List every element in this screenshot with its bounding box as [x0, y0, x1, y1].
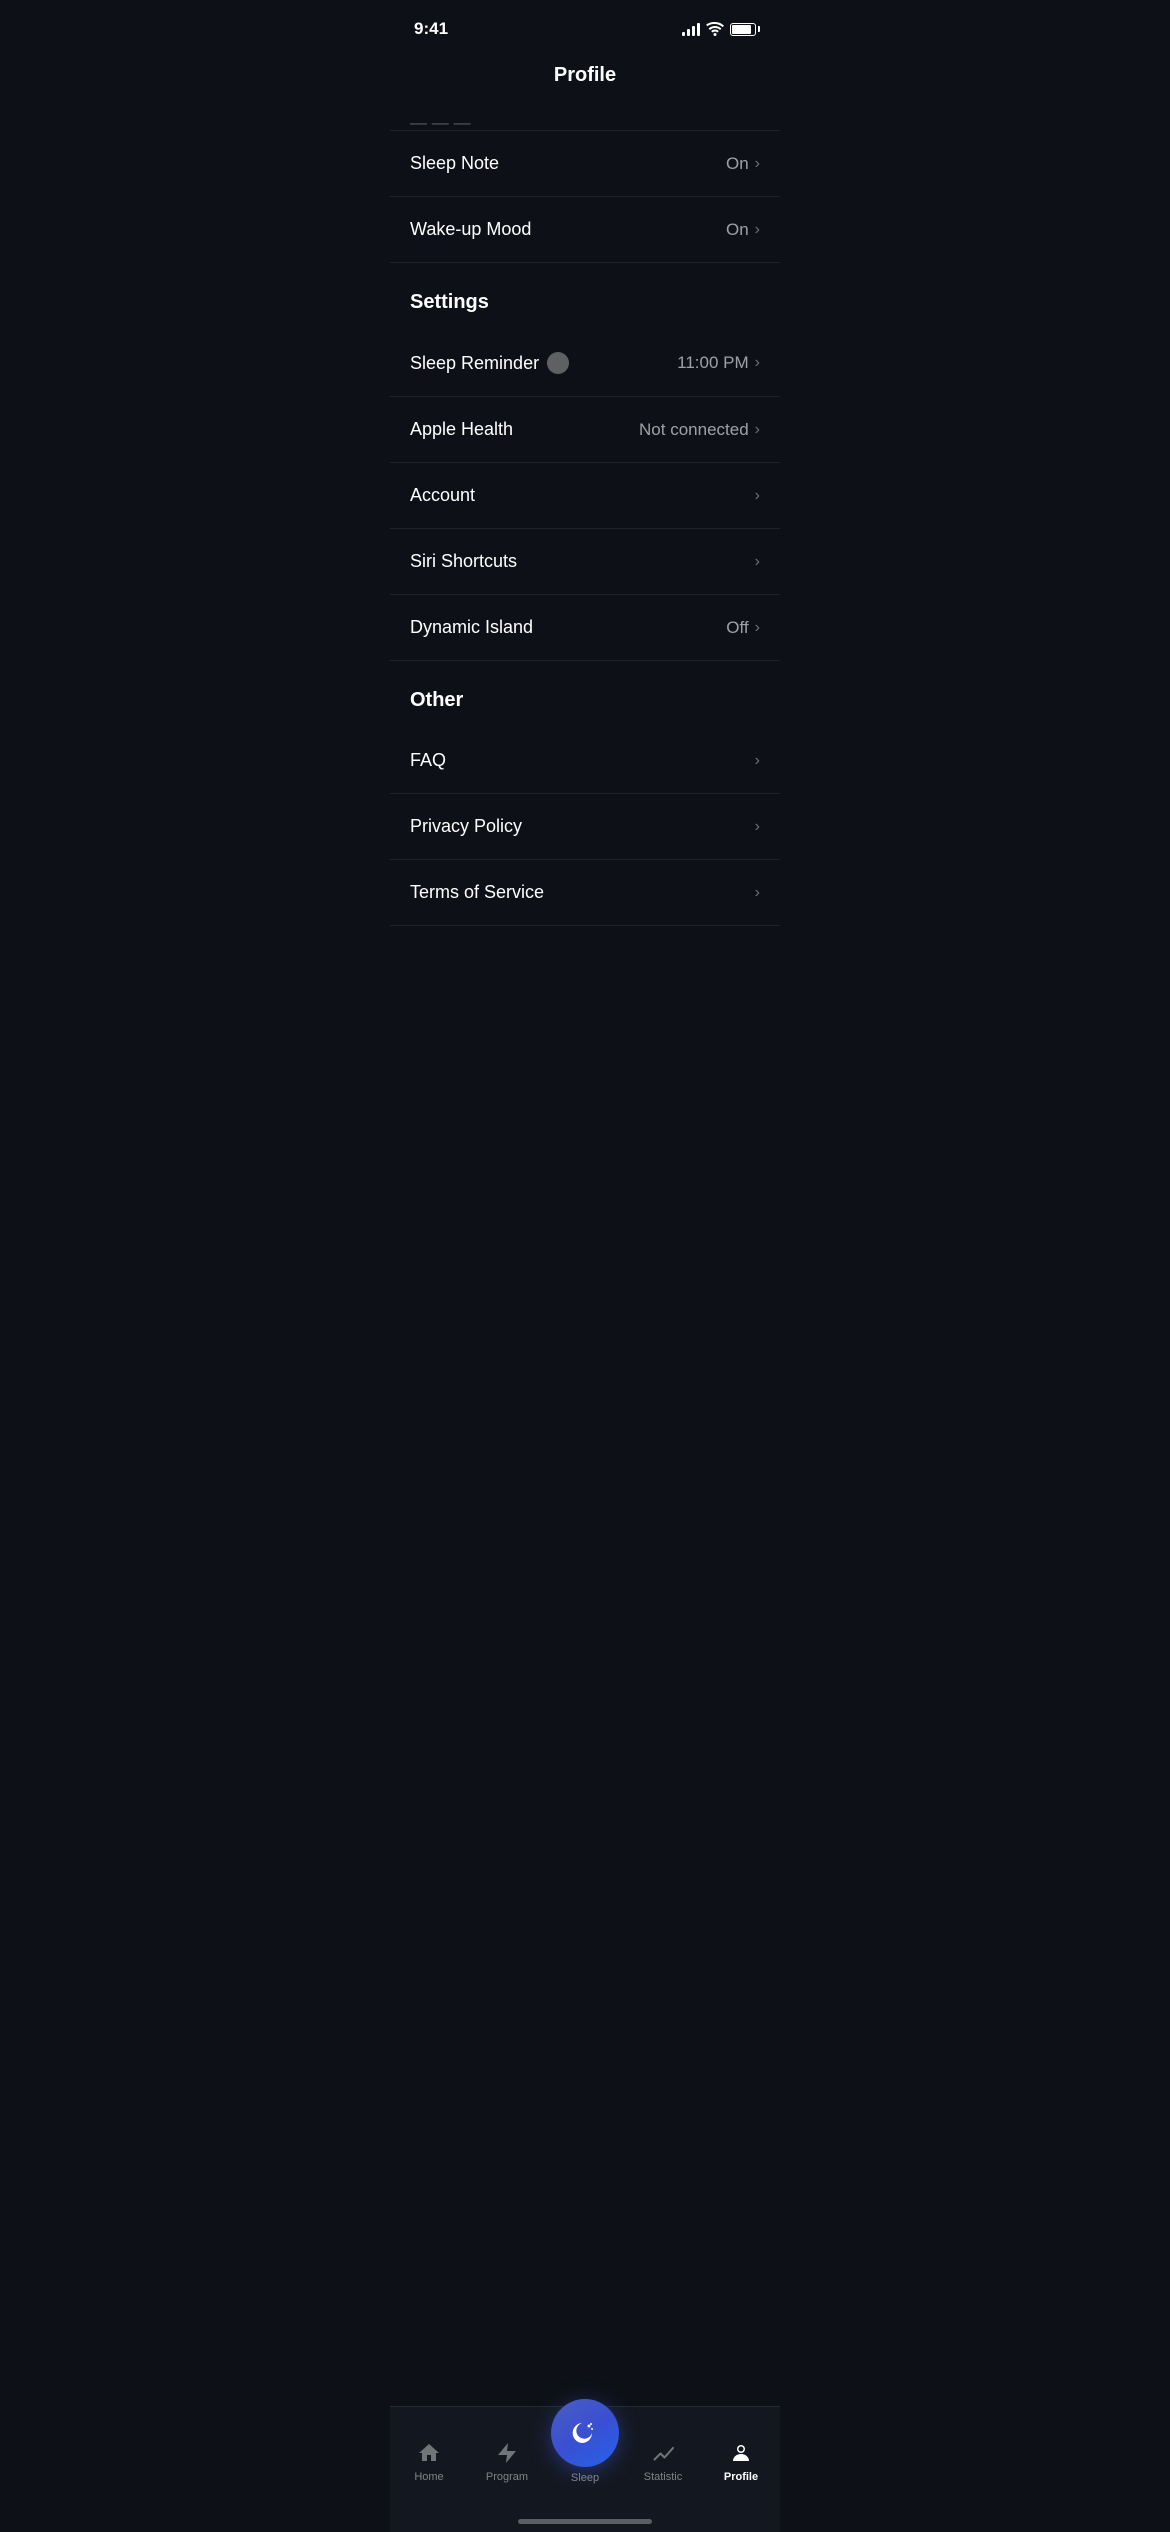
tab-profile-label: Profile	[724, 2471, 758, 2483]
content-scroll: — — — Sleep Note On › Wake-up Mood On › …	[390, 101, 780, 1026]
terms-of-service-item[interactable]: Terms of Service ›	[390, 860, 780, 926]
terms-of-service-chevron: ›	[755, 884, 760, 902]
sleep-reminder-label: Sleep Reminder	[410, 353, 539, 374]
faq-item[interactable]: FAQ ›	[390, 728, 780, 794]
other-section-header: Other	[390, 661, 780, 728]
account-label: Account	[410, 485, 475, 506]
siri-shortcuts-chevron: ›	[755, 553, 760, 571]
privacy-policy-item[interactable]: Privacy Policy ›	[390, 794, 780, 860]
sleep-note-label: Sleep Note	[410, 153, 499, 174]
wakeup-mood-label: Wake-up Mood	[410, 219, 531, 240]
apple-health-item[interactable]: Apple Health Not connected ›	[390, 397, 780, 463]
siri-shortcuts-item[interactable]: Siri Shortcuts ›	[390, 529, 780, 595]
program-icon	[494, 2440, 520, 2466]
account-item[interactable]: Account ›	[390, 463, 780, 529]
tab-profile[interactable]: Profile	[706, 2440, 776, 2483]
siri-shortcuts-value: ›	[755, 553, 760, 571]
page-title: Profile	[390, 54, 780, 101]
sleep-note-item[interactable]: Sleep Note On ›	[390, 131, 780, 197]
siri-shortcuts-label: Siri Shortcuts	[410, 551, 517, 572]
wakeup-mood-item[interactable]: Wake-up Mood On ›	[390, 197, 780, 263]
apple-health-value: Not connected ›	[639, 420, 760, 440]
tab-sleep[interactable]: Sleep	[550, 2399, 620, 2484]
status-bar: 9:41	[390, 0, 780, 54]
tab-home[interactable]: Home	[394, 2440, 464, 2483]
terms-of-service-value: ›	[755, 884, 760, 902]
signal-icon	[682, 22, 700, 36]
wifi-icon	[706, 22, 724, 36]
apple-health-label: Apple Health	[410, 419, 513, 440]
terms-of-service-label: Terms of Service	[410, 882, 544, 903]
dynamic-island-chevron: ›	[755, 619, 760, 637]
privacy-policy-chevron: ›	[755, 818, 760, 836]
tab-program-label: Program	[486, 2471, 528, 2483]
sleep-note-value: On ›	[726, 154, 760, 174]
sleep-reminder-item[interactable]: Sleep Reminder 11:00 PM ›	[390, 330, 780, 397]
wakeup-mood-chevron: ›	[755, 221, 760, 239]
tab-statistic-label: Statistic	[644, 2471, 683, 2483]
wakeup-mood-value: On ›	[726, 220, 760, 240]
sleep-reminder-toggle[interactable]	[547, 352, 569, 374]
sleep-note-chevron: ›	[755, 155, 760, 173]
status-icons	[682, 22, 756, 36]
partial-item: — — —	[390, 101, 780, 131]
privacy-policy-label: Privacy Policy	[410, 816, 522, 837]
tab-bar: Home Program Sleep Statistic	[390, 2406, 780, 2532]
faq-label: FAQ	[410, 750, 446, 771]
home-indicator	[518, 2519, 652, 2524]
settings-section-header: Settings	[390, 263, 780, 330]
tab-program[interactable]: Program	[472, 2440, 542, 2483]
apple-health-chevron: ›	[755, 421, 760, 439]
tab-home-label: Home	[414, 2471, 443, 2483]
sleep-reminder-chevron: ›	[755, 354, 760, 372]
faq-value: ›	[755, 752, 760, 770]
account-chevron: ›	[755, 487, 760, 505]
dynamic-island-value: Off ›	[726, 618, 760, 638]
tab-sleep-label: Sleep	[571, 2472, 599, 2484]
battery-icon	[730, 23, 756, 36]
dynamic-island-item[interactable]: Dynamic Island Off ›	[390, 595, 780, 661]
status-time: 9:41	[414, 19, 448, 39]
privacy-policy-value: ›	[755, 818, 760, 836]
statistic-icon	[650, 2440, 676, 2466]
home-icon	[416, 2440, 442, 2466]
sleep-reminder-value: 11:00 PM ›	[677, 353, 760, 373]
account-value: ›	[755, 487, 760, 505]
sleep-button[interactable]	[551, 2399, 619, 2467]
faq-chevron: ›	[755, 752, 760, 770]
profile-icon	[728, 2440, 754, 2466]
tab-statistic[interactable]: Statistic	[628, 2440, 698, 2483]
dynamic-island-label: Dynamic Island	[410, 617, 533, 638]
